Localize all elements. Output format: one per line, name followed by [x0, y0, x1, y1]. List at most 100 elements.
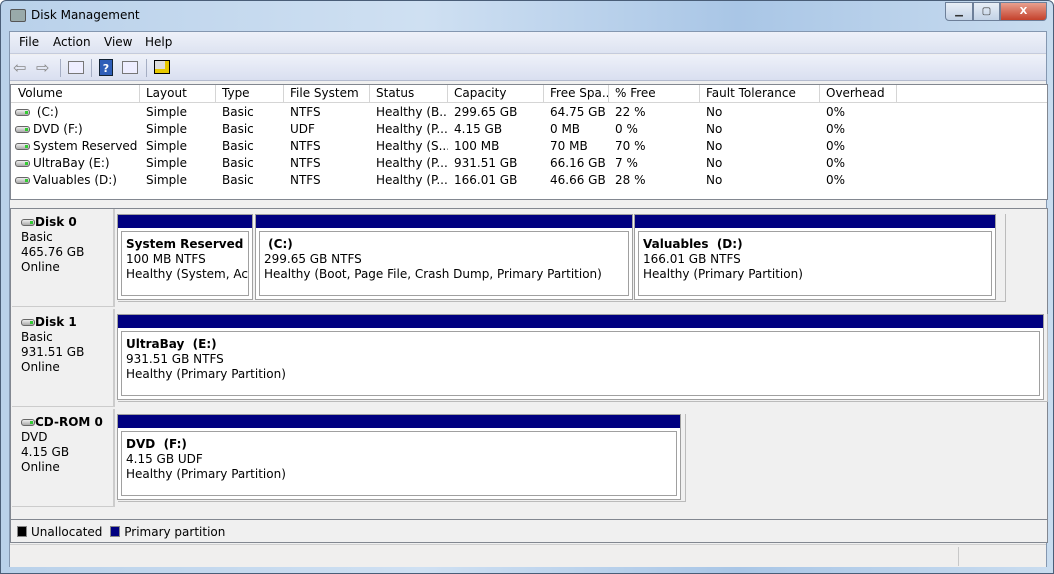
disk-size: 931.51 GB — [21, 345, 85, 359]
client-area: File Action View Help ⇦ ⇨ ? Volume Layout… — [9, 31, 1048, 567]
cell--free: 28 % — [609, 172, 700, 189]
unallocated-swatch — [17, 526, 27, 537]
disk-label[interactable]: Disk 0 Basic 465.76 GB Online — [12, 209, 115, 307]
partition-name: DVD (F:) — [126, 437, 187, 451]
cell-text: Valuables (D:) — [33, 173, 117, 187]
cell-type: Basic — [216, 121, 284, 138]
disk-row: Disk 1 Basic 931.51 GB Online UltraBay (E:) 9… — [12, 309, 1048, 407]
disk-label[interactable]: Disk 1 Basic 931.51 GB Online — [12, 309, 115, 407]
table-row[interactable]: DVD (F:) Simple Basic UDF Healthy (P... 4.15 … — [11, 121, 1047, 138]
partition-size: 299.65 GB NTFS — [264, 252, 362, 266]
disk-name-line: Disk 1 — [21, 315, 113, 330]
column-header-filler — [897, 85, 1047, 103]
column-header-file-system[interactable]: File System — [284, 85, 370, 103]
disk-label[interactable]: CD-ROM 0 DVD 4.15 GB Online — [12, 409, 115, 507]
table-row[interactable]: Valuables (D:) Simple Basic NTFS Healthy (P.… — [11, 172, 1047, 189]
volume-list[interactable]: Volume Layout Type File System Status Capacit… — [10, 84, 1048, 200]
table-row[interactable]: (C:) Simple Basic NTFS Healthy (B... 299.65 G… — [11, 104, 1047, 121]
partition[interactable]: UltraBay (E:) 931.51 GB NTFS Healthy (Prim… — [117, 314, 1044, 400]
cell-status: Healthy (S... — [370, 138, 448, 155]
partition-details: UltraBay (E:) 931.51 GB NTFS Healthy (Prim… — [121, 331, 1040, 396]
cell-volume: DVD (F:) — [12, 121, 140, 138]
partition-details: DVD (F:) 4.15 GB UDF Healthy (Primary Part… — [121, 431, 677, 496]
maximize-button[interactable]: ▢ — [973, 2, 1000, 21]
partition-status: Healthy (System, Active — [126, 267, 248, 281]
cell-type: Basic — [216, 138, 284, 155]
show-hide-action-pane-icon[interactable] — [122, 61, 138, 74]
toolbar-separator — [60, 59, 61, 77]
cell-file-system: NTFS — [284, 138, 370, 155]
cell-text: No — [706, 122, 723, 136]
menu-help[interactable]: Help — [145, 35, 172, 49]
cell-layout: Simple — [140, 104, 216, 121]
partition[interactable]: Valuables (D:) 166.01 GB NTFS Healthy (Pri… — [634, 214, 996, 300]
primary-partition-swatch — [110, 526, 121, 537]
volume-list-header: Volume Layout Type File System Status Capacit… — [11, 85, 1047, 103]
cell-text: 28 % — [615, 173, 646, 187]
cell-text: Basic — [222, 173, 254, 187]
cell-text: Simple — [146, 173, 187, 187]
table-row[interactable]: System Reserved Simple Basic NTFS Healthy (S… — [11, 138, 1047, 155]
column-header-overhead[interactable]: Overhead — [820, 85, 897, 103]
close-button[interactable]: X — [1000, 2, 1047, 21]
legend-primary-partition: Primary partition — [124, 525, 226, 539]
primary-partition-bar — [256, 215, 632, 228]
cell-text: Healthy (P... — [376, 122, 448, 136]
disk-name-line: Disk 0 — [21, 215, 113, 230]
cell-text: Simple — [146, 105, 187, 119]
cell-overhead: 0% — [820, 121, 897, 138]
disk-name-line: CD-ROM 0 — [21, 415, 113, 430]
partition[interactable]: DVD (F:) 4.15 GB UDF Healthy (Primary Part… — [117, 414, 681, 500]
cell-text: NTFS — [290, 173, 321, 187]
table-row[interactable]: UltraBay (E:) Simple Basic NTFS Healthy (P..… — [11, 155, 1047, 172]
cell-text: 64.75 GB — [550, 105, 606, 119]
cell--free: 7 % — [609, 155, 700, 172]
back-arrow-icon[interactable]: ⇦ — [13, 59, 31, 76]
column-header-layout[interactable]: Layout — [140, 85, 216, 103]
disk-management-app-icon — [10, 9, 26, 22]
cell-volume: Valuables (D:) — [12, 172, 140, 189]
hard-drive-icon — [21, 219, 35, 226]
cell-layout: Simple — [140, 172, 216, 189]
column-header-capacity[interactable]: Capacity — [448, 85, 544, 103]
cell-fault-tolerance: No — [700, 104, 820, 121]
disk-name: Disk 0 — [35, 215, 77, 229]
cell-free-spa: 46.66 GB — [544, 172, 609, 189]
cell-volume: System Reserved — [12, 138, 140, 155]
column-header-fault-tolerance[interactable]: Fault Tolerance — [700, 85, 820, 103]
column-header--free[interactable]: % Free — [609, 85, 700, 103]
column-header-free-spa[interactable]: Free Spa... — [544, 85, 609, 103]
partition-details: Valuables (D:) 166.01 GB NTFS Healthy (Pri… — [638, 231, 992, 296]
cell-text: 166.01 GB — [454, 173, 518, 187]
cell--free: 70 % — [609, 138, 700, 155]
cell-text: NTFS — [290, 139, 321, 153]
minimize-button[interactable]: ▁ — [945, 2, 973, 21]
forward-arrow-icon[interactable]: ⇨ — [36, 59, 54, 76]
disk-type: DVD — [21, 430, 48, 444]
cdrom-drive-icon — [21, 419, 35, 426]
cell-text: (C:) — [33, 105, 59, 119]
status-bar-divider — [958, 547, 959, 566]
help-icon[interactable]: ? — [99, 59, 113, 76]
cell-text: 0% — [826, 105, 846, 119]
menu-action[interactable]: Action — [53, 35, 91, 49]
column-header-volume[interactable]: Volume — [12, 85, 140, 103]
menu-view[interactable]: View — [104, 35, 132, 49]
cell-free-spa: 66.16 GB — [544, 155, 609, 172]
window-title: Disk Management — [31, 8, 140, 22]
cell-text: 0% — [826, 122, 846, 136]
primary-partition-bar — [118, 415, 680, 428]
properties-icon[interactable] — [154, 60, 170, 74]
cell-free-spa: 70 MB — [544, 138, 609, 155]
cell-text: No — [706, 173, 723, 187]
show-hide-console-tree-icon[interactable] — [68, 61, 84, 74]
cell-text: Basic — [222, 139, 254, 153]
partition[interactable]: System Reserved 100 MB NTFS Healthy (Syste… — [117, 214, 253, 300]
column-header-status[interactable]: Status — [370, 85, 448, 103]
cell-free-spa: 64.75 GB — [544, 104, 609, 121]
partition[interactable]: (C:) 299.65 GB NTFS Healthy (Boot, Page Fi… — [255, 214, 633, 300]
menu-file[interactable]: File — [19, 35, 39, 49]
column-header-type[interactable]: Type — [216, 85, 284, 103]
cell-text: 22 % — [615, 105, 646, 119]
title-bar[interactable]: Disk Management ▁ ▢ X — [1, 1, 1053, 31]
